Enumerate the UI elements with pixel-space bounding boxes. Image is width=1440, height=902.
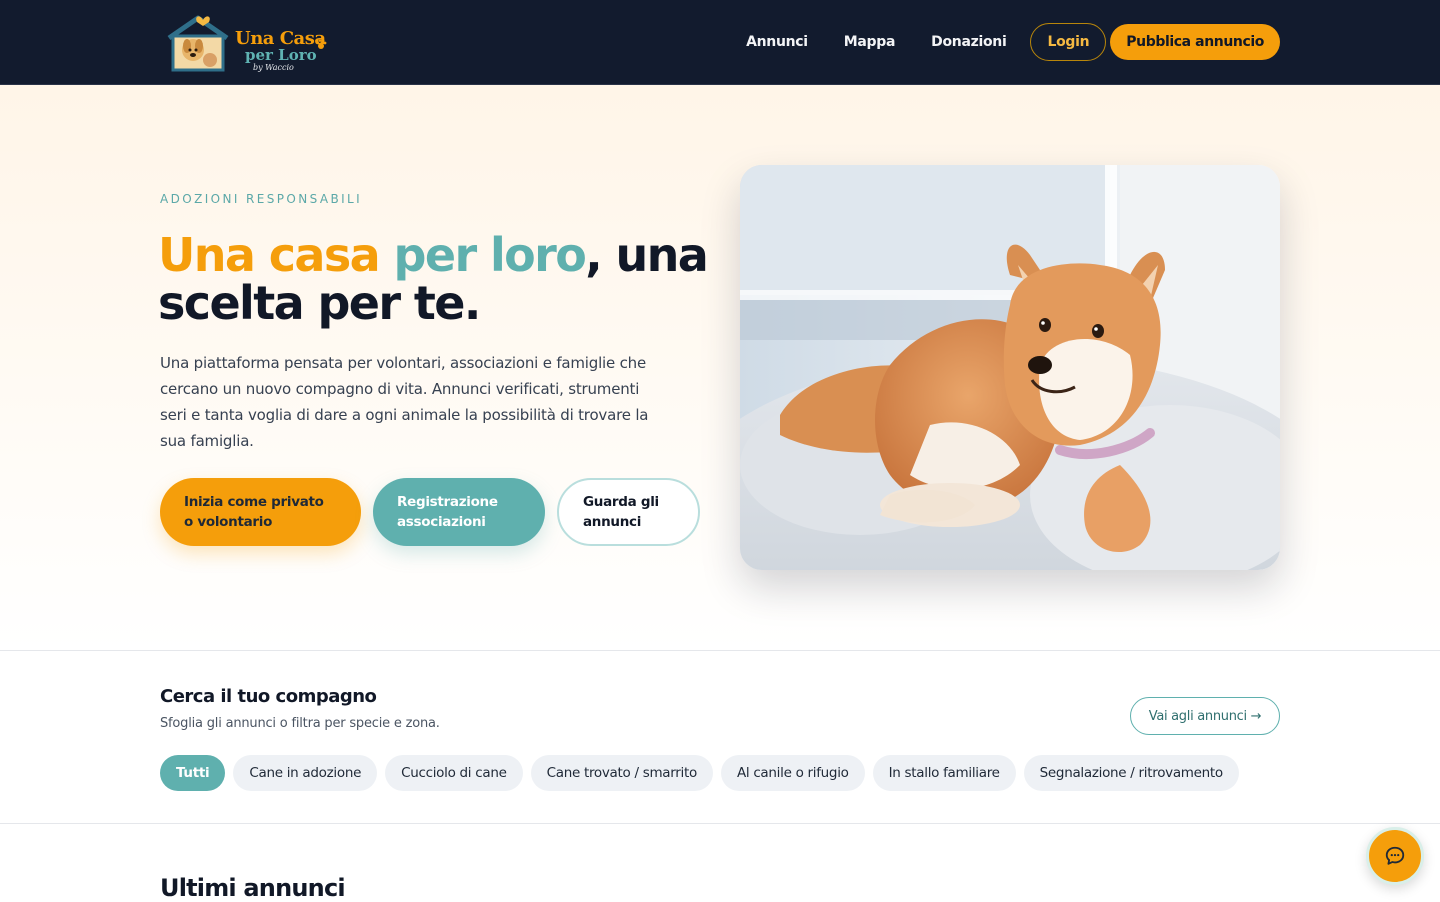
publish-ad-button[interactable]: Pubblica annuncio [1110,24,1280,60]
nav-link-annunci[interactable]: Annunci [746,34,808,50]
chip-cane-trovato-smarrito[interactable]: Cane trovato / smarrito [530,755,713,791]
chip-segnalazione-ritrovamento[interactable]: Segnalazione / ritrovamento [1023,755,1239,791]
top-navbar: Una Casa per Loro by Waccio Annunci Mapp… [0,0,1440,85]
hero-description: Una piattaforma pensata per volontari, a… [160,354,649,450]
nav-link-mappa[interactable]: Mappa [844,34,896,50]
filter-chips: Tutti Cane in adozione Cucciolo di cane … [160,755,1247,791]
hero-dog-image [740,165,1280,570]
shiba-puppy-illustration [740,165,1280,570]
latest-ads-title: Ultimi annunci [160,874,346,902]
start-as-private-button[interactable]: Inizia come privato o volontario [160,478,361,546]
site-logo[interactable]: Una Casa per Loro by Waccio [163,12,333,72]
hero-title: Una casa per loro, una scelta per te. [158,231,718,327]
hero-title-part-2: per loro [393,228,587,282]
hero-eyebrow: ADOZIONI RESPONSABILI [160,192,363,206]
hero-title-part-1: Una casa [158,228,381,282]
paw-icon [316,39,327,49]
nav-link-donazioni[interactable]: Donazioni [931,34,1007,50]
section-divider [0,823,1440,824]
main-nav: Annunci Mappa Donazioni Login Pubblica a… [746,23,1280,61]
logo-wordmark: Una Casa per Loro by Waccio [235,30,326,73]
logo-line-2: per Loro [245,46,317,64]
chat-button[interactable] [1366,827,1424,885]
hero-section: ADOZIONI RESPONSABILI Una casa per loro,… [0,85,1440,650]
chip-tutti[interactable]: Tutti [160,755,226,791]
association-signup-button[interactable]: Registrazione associazioni [373,478,545,546]
chat-bubble-icon [1385,846,1405,865]
chip-cucciolo-di-cane[interactable]: Cucciolo di cane [385,755,523,791]
go-to-ads-button[interactable]: Vai agli annunci → [1130,697,1280,735]
search-section-title: Cerca il tuo compagno [160,686,377,707]
house-logo-icon [167,15,229,72]
logo-line-3: by Waccio [253,63,294,72]
search-section-subtitle: Sfoglia gli annunci o filtra per specie … [160,716,440,731]
chip-al-canile-o-rifugio[interactable]: Al canile o rifugio [720,755,865,791]
browse-ads-button[interactable]: Guarda gli annunci [557,478,700,546]
login-button[interactable]: Login [1030,23,1107,61]
chip-cane-in-adozione[interactable]: Cane in adozione [233,755,378,791]
chip-in-stallo-familiare[interactable]: In stallo familiare [872,755,1016,791]
section-divider [0,650,1440,651]
